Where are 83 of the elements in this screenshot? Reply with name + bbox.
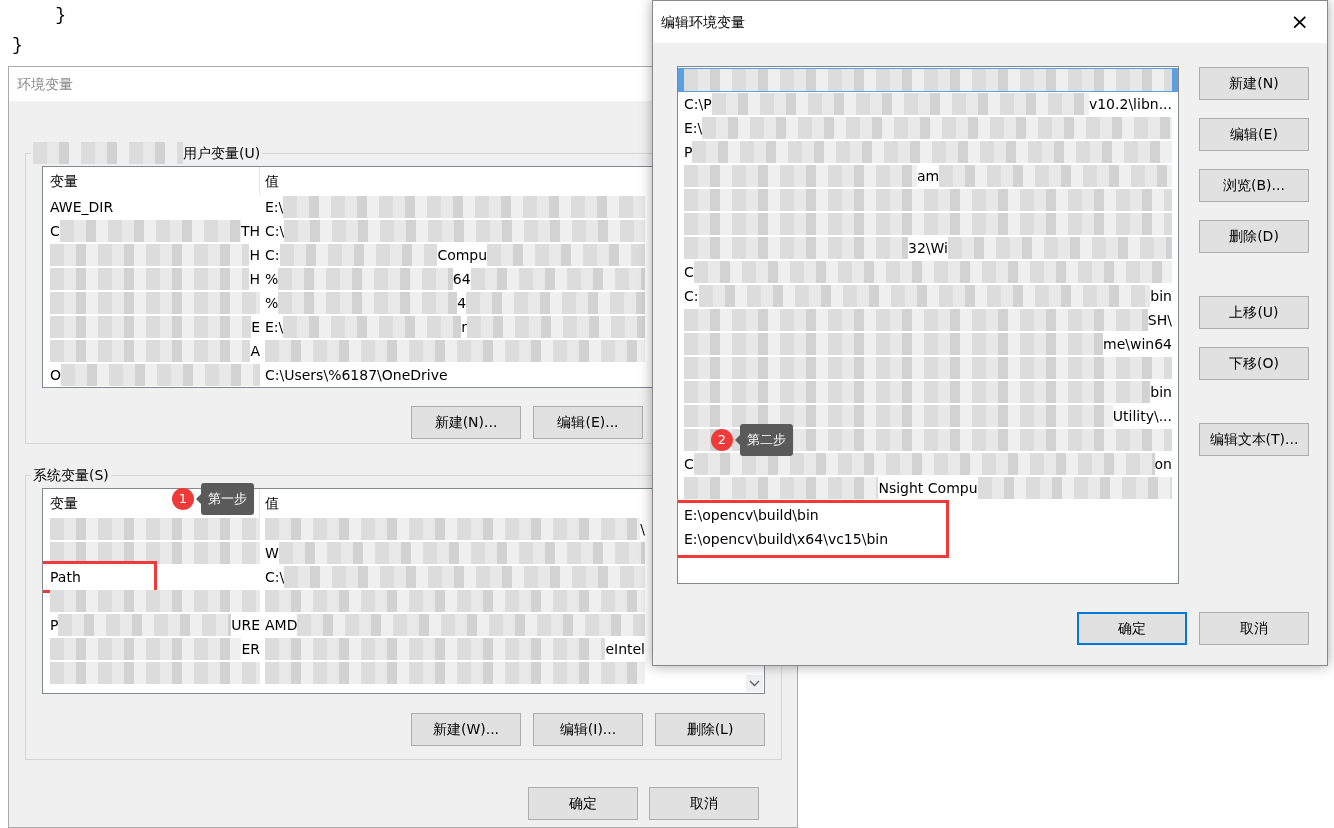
window-title: 环境变量: [17, 74, 73, 94]
column-header[interactable]: 变量: [50, 170, 78, 192]
dialog-button[interactable]: 新建(N)...: [411, 406, 521, 439]
cell-text: \: [640, 519, 645, 539]
cell-text: am: [916, 166, 940, 186]
dialog-button[interactable]: 下移(O): [1199, 347, 1309, 380]
list-row[interactable]: P URE AMD: [43, 613, 764, 637]
cell-text: E: [251, 317, 260, 337]
cell-text: %: [265, 269, 279, 289]
cell-text: H: [249, 269, 260, 289]
scroll-down-icon[interactable]: [746, 675, 763, 692]
cell-text: on: [1154, 454, 1172, 474]
cell-text: E:\: [265, 317, 284, 337]
column-header[interactable]: 变量: [50, 492, 78, 514]
dialog-button[interactable]: 确定: [1077, 612, 1187, 645]
cell-text: AWE_DIR: [50, 197, 114, 217]
cell-text: C:\: [265, 221, 285, 241]
window-title: 编辑环境变量: [661, 12, 745, 32]
cell-text: P: [50, 615, 59, 635]
cell-text: v10.2\libn...: [1088, 94, 1172, 114]
dialog-button[interactable]: 确定: [528, 787, 638, 820]
cell-text: bin: [1150, 382, 1172, 402]
cell-text: AMD: [265, 615, 298, 635]
step-tooltip: 第一步: [196, 483, 254, 515]
cell-text: bin: [1150, 286, 1172, 306]
cell-text: %: [265, 293, 279, 313]
close-button[interactable]: ×: [1280, 9, 1319, 35]
list-row[interactable]: O C:\Users\%6187\OneDrive: [43, 363, 764, 387]
dialog-button[interactable]: 编辑(E)...: [533, 406, 643, 439]
cell-text: Utility\...: [1112, 406, 1172, 426]
cell-text: SH\: [1147, 310, 1172, 330]
code-line: }: [12, 35, 23, 55]
list-row[interactable]: E E:\ r: [43, 315, 764, 339]
cell-text: C:: [265, 245, 280, 265]
cell-text: E:\: [684, 118, 703, 138]
cell-text: ER: [241, 639, 260, 659]
cell-text: TH: [240, 221, 260, 241]
cell-text: W: [265, 543, 279, 563]
cell-text: URE: [231, 615, 260, 635]
cell-text: A: [250, 341, 260, 361]
cell-text: E:\: [265, 197, 284, 217]
cell-text: C: [50, 221, 60, 241]
dialog-button[interactable]: 取消: [1199, 612, 1309, 645]
dialog-button[interactable]: 浏览(B)...: [1199, 169, 1309, 202]
cell-text: C:\Users\%6187\OneDrive: [265, 365, 448, 385]
list-row[interactable]: A: [43, 339, 764, 363]
cell-text: Compu: [437, 245, 488, 265]
cell-text: eIntel: [605, 639, 645, 659]
cell-text: C:\: [265, 567, 285, 587]
cell-text: E:\opencv\build\bin: [684, 505, 819, 525]
cell-text: Path: [50, 567, 81, 587]
dialog-button[interactable]: 编辑(I)...: [533, 713, 643, 746]
cell-text: C:\P: [684, 94, 712, 114]
dialog-button[interactable]: 取消: [649, 787, 759, 820]
column-header[interactable]: 值: [265, 170, 279, 192]
cell-text: C:: [684, 286, 699, 306]
cell-text: 64: [452, 269, 471, 289]
cell-text: 32\Wi: [908, 238, 948, 258]
list-row[interactable]: C TH C:\: [43, 219, 764, 243]
cell-text: C: [684, 454, 694, 474]
dialog-button[interactable]: 新建(W)...: [411, 713, 521, 746]
dialog-button[interactable]: 编辑(E): [1199, 118, 1309, 151]
cell-text: 4: [457, 293, 467, 313]
step-tooltip: 第二步: [735, 424, 793, 456]
dialog-button[interactable]: 新建(N): [1199, 67, 1309, 100]
cell-text: E:\opencv\build\x64\vc15\bin: [684, 529, 889, 549]
group-label: 系统变量(S): [33, 465, 109, 485]
group-label: 用户变量(U): [183, 143, 261, 163]
cell-text: r: [461, 317, 468, 337]
list-row[interactable]: Path C:\: [43, 565, 764, 589]
dialog-button[interactable]: 编辑文本(T)...: [1199, 423, 1309, 456]
column-header[interactable]: 值: [265, 492, 279, 514]
cell-text: H: [249, 245, 260, 265]
list-row[interactable]: ER eIntel: [43, 637, 764, 661]
dialog-button[interactable]: 删除(L): [655, 713, 765, 746]
cell-text: O: [50, 365, 62, 385]
cell-text: P: [684, 142, 693, 162]
dialog-button[interactable]: 上移(U): [1199, 296, 1309, 329]
dialog-button[interactable]: 删除(D): [1199, 220, 1309, 253]
cell-text: Nsight Compu: [878, 478, 978, 498]
cell-text: me\win64: [1103, 334, 1172, 354]
list-row[interactable]: AWE_DIR E:\: [43, 195, 764, 219]
code-line: }: [54, 5, 66, 25]
